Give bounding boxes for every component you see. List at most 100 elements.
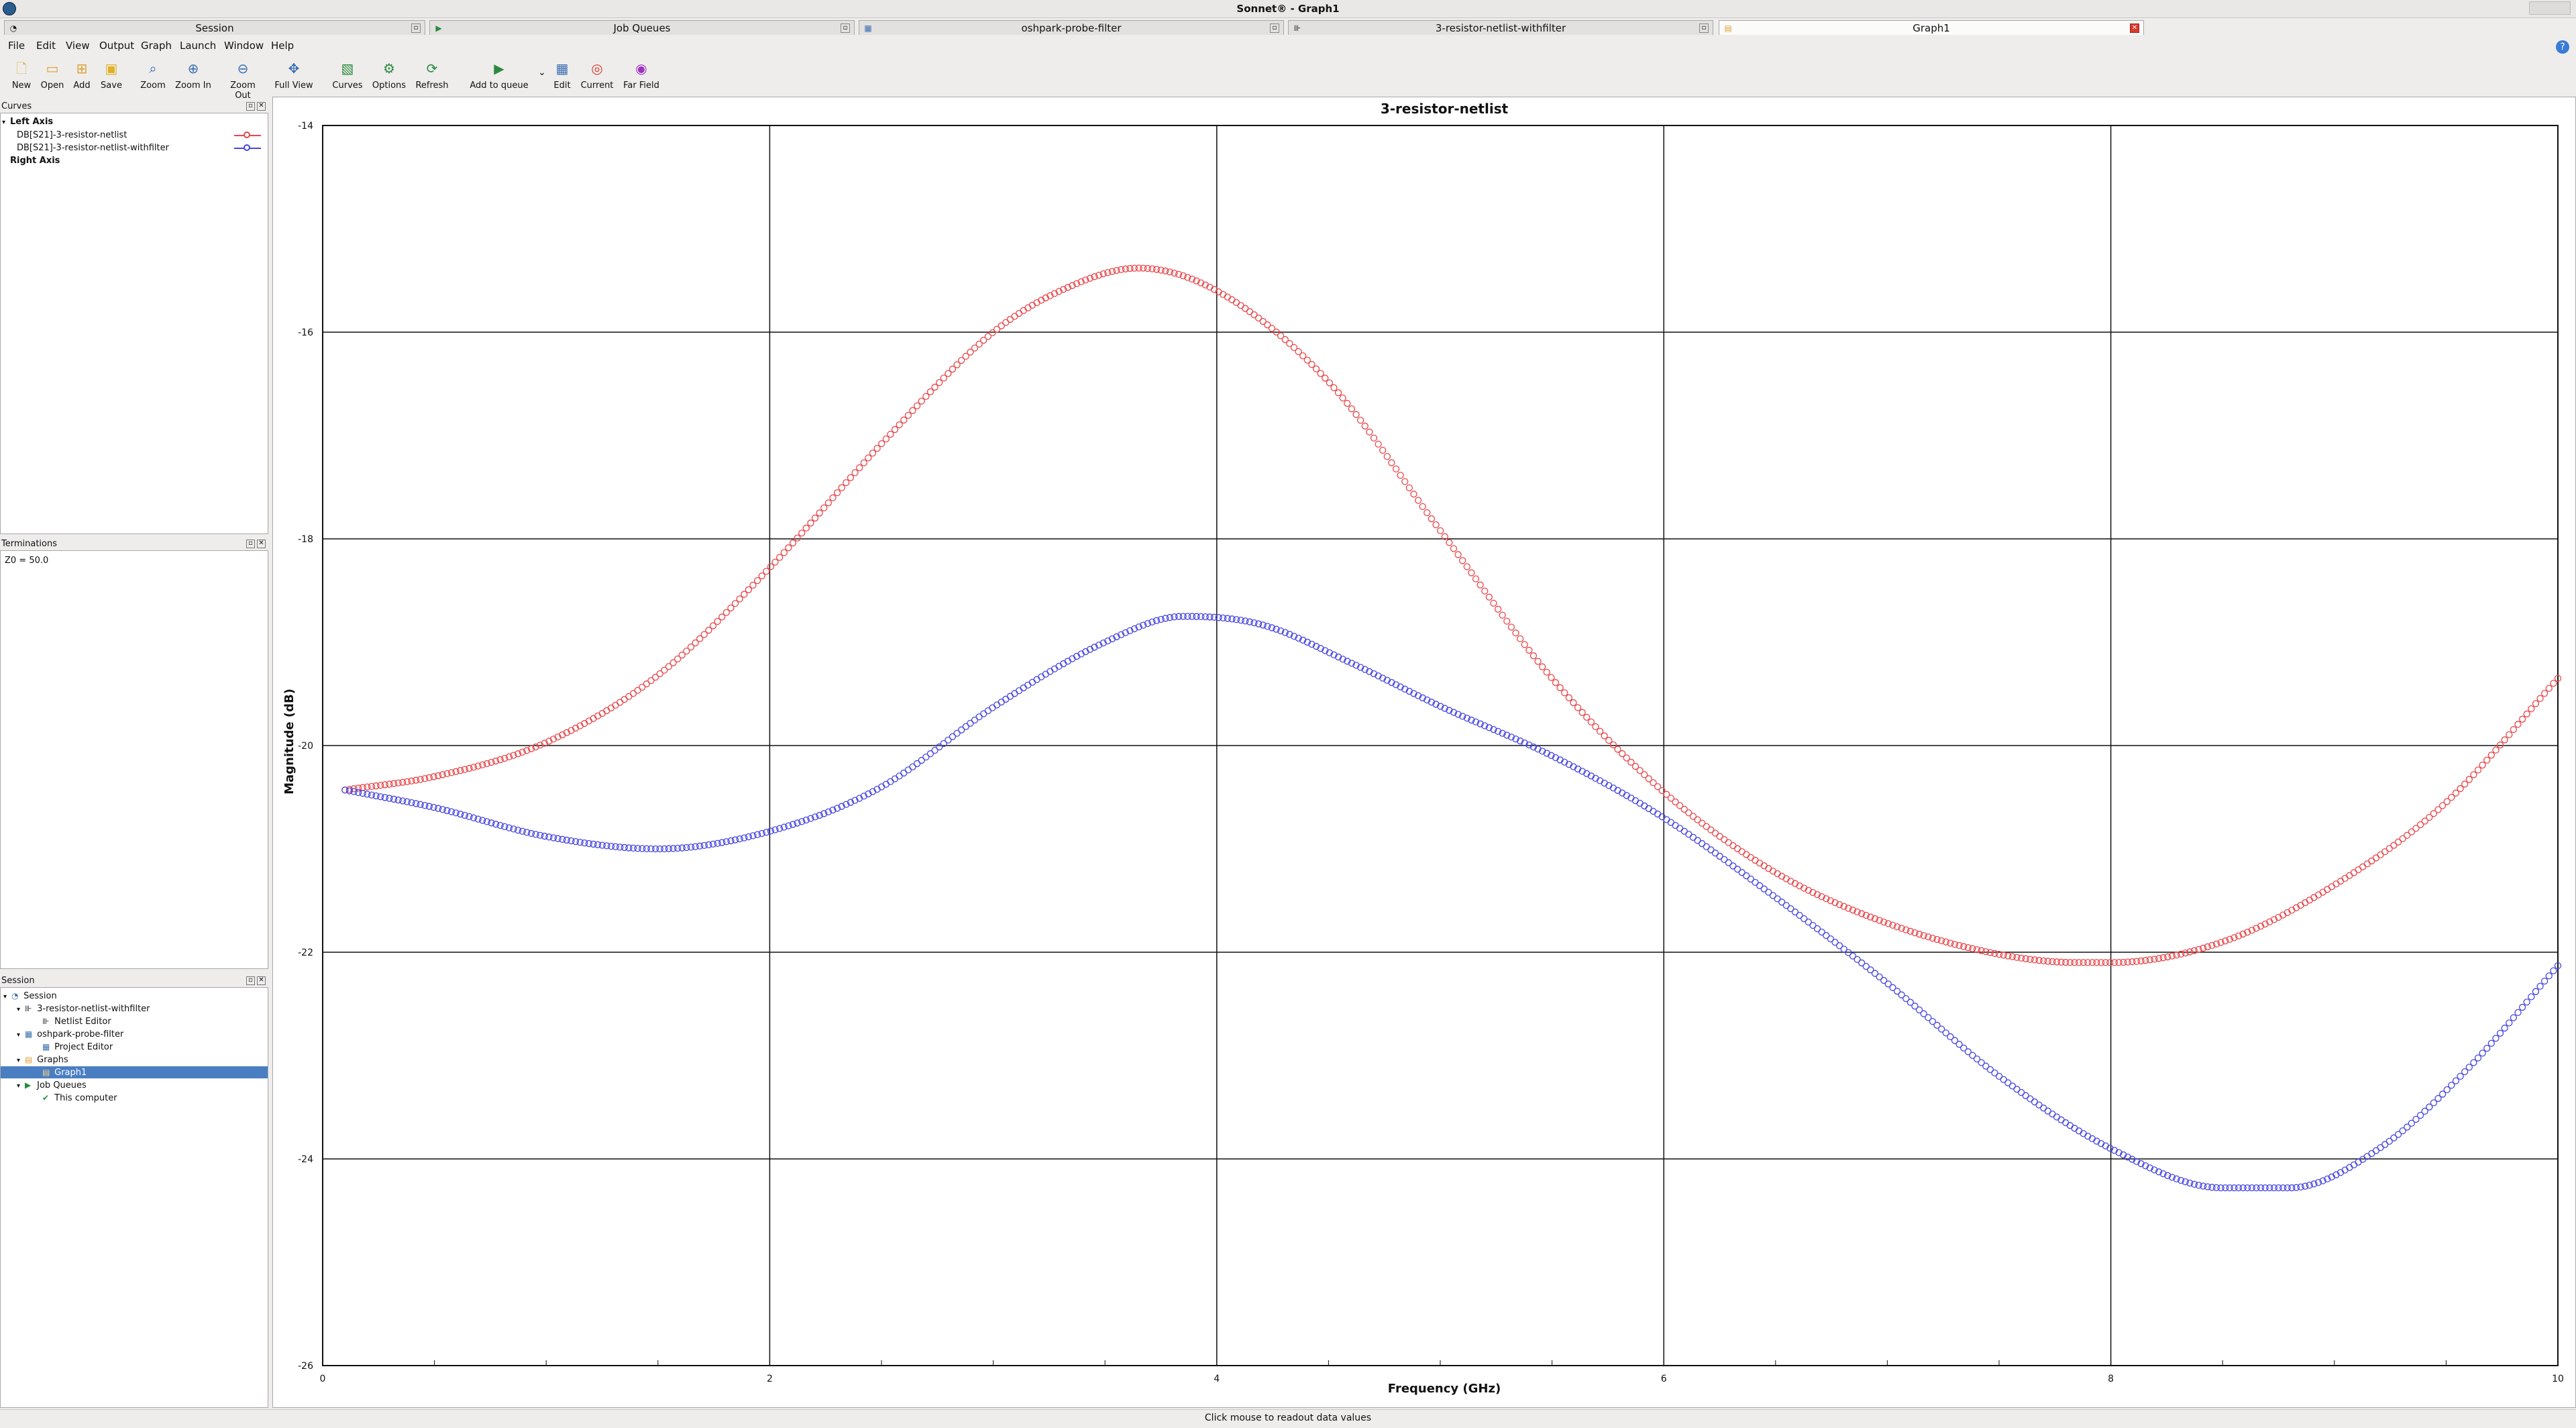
tree-node-graphs[interactable]: ▾ ▤ Graphs [17, 1054, 68, 1066]
save-button[interactable]: ▣ Save [91, 60, 131, 91]
data-point [2479, 1050, 2486, 1057]
tab-label: Job Queues [613, 22, 671, 34]
menu-launch[interactable]: Launch [180, 40, 216, 52]
tree-node-netlist-editor[interactable]: ⊪ Netlist Editor [42, 1015, 111, 1027]
add-to-queue-button[interactable]: ▶ Add to queue [466, 60, 533, 91]
menu-window[interactable]: Window [224, 40, 264, 52]
close-icon[interactable]: ✕ [257, 976, 266, 985]
data-point [993, 701, 1001, 709]
data-point [1699, 839, 1706, 848]
chevron-down-icon: ▾ [17, 1082, 21, 1090]
data-point [1587, 718, 1595, 726]
panel-buttons[interactable]: ▫ ✕ [244, 976, 266, 985]
data-point [918, 397, 925, 405]
zoom-out-button[interactable]: ⊖ Zoom Out [223, 60, 263, 101]
refresh-button[interactable]: ⟳ Refresh [412, 60, 452, 91]
data-point [2487, 1039, 2495, 1047]
y-axis-label: Magnitude (dB) [282, 688, 297, 795]
data-point [1033, 676, 1040, 683]
curve-label: DB[S21]-3-resistor-netlist [17, 130, 127, 140]
curve-item[interactable]: DB[S21]-3-resistor-netlist-withfilter [17, 142, 265, 154]
zoom-in-button[interactable]: ⊕ Zoom In [173, 60, 213, 91]
close-icon[interactable]: ▫ [841, 23, 850, 33]
data-point [1388, 459, 1395, 466]
tab-3-resistor-netlist-withfilter[interactable]: ⊪ 3-resistor-netlist-withfilter ▫ [1288, 20, 1713, 35]
button-label: Curves [332, 81, 363, 91]
tree-node-job-queues[interactable]: ▾ ▶ Job Queues [17, 1079, 87, 1091]
data-point [2501, 1024, 2508, 1032]
left-axis-node[interactable]: ▾ Left Axis [2, 116, 53, 128]
tab-label: 3-resistor-netlist-withfilter [1435, 22, 1566, 34]
data-point [1565, 694, 1572, 701]
data-point [900, 416, 908, 424]
curve-item[interactable]: DB[S21]-3-resistor-netlist [17, 130, 265, 142]
tree-node-graph1[interactable]: ▤ Graph1 [1, 1066, 268, 1078]
data-point [2346, 872, 2353, 879]
graph-icon: ▤ [42, 1068, 50, 1077]
tab-job-queues[interactable]: ▶ Job Queues ▫ [429, 20, 855, 35]
panel-buttons[interactable]: ▫ ✕ [244, 540, 266, 548]
close-icon[interactable]: ✕ [2130, 23, 2139, 33]
tree-node-this-computer[interactable]: ✔ This computer [42, 1092, 117, 1104]
right-axis-label: Right Axis [10, 156, 60, 166]
options-button[interactable]: ⚙ Options [369, 60, 409, 91]
float-icon[interactable]: ▫ [246, 976, 255, 985]
curves-button[interactable]: ▧ Curves [327, 60, 368, 91]
edit-button[interactable]: ▦ Edit [542, 60, 582, 91]
zoom-button[interactable]: ⌕ Zoom [133, 60, 173, 91]
menu-output[interactable]: Output [99, 40, 134, 52]
tree-node-project-editor[interactable]: ▦ Project Editor [42, 1041, 113, 1053]
close-icon[interactable]: ▫ [411, 23, 421, 33]
panel-buttons[interactable]: ▫ ✕ [244, 102, 266, 111]
right-axis-node[interactable]: Right Axis [10, 155, 60, 167]
data-point [1011, 313, 1018, 320]
s21-magnitude-chart[interactable]: 3-resistor-netlist Frequency (GHz) Magni… [273, 97, 2575, 1407]
data-point [1654, 810, 1662, 818]
close-icon[interactable]: ▫ [1270, 23, 1279, 33]
help-icon[interactable]: ? [2556, 40, 2569, 54]
float-icon[interactable]: ▫ [246, 540, 255, 548]
document-tabs: ◔ Session ▫ ▶ Job Queues ▫ ▦ oshpark-pro… [0, 19, 2576, 36]
data-point [2518, 1003, 2526, 1011]
close-icon[interactable]: ▫ [1699, 23, 1709, 33]
data-point [2501, 736, 2508, 744]
tab-session[interactable]: ◔ Session ▫ [4, 20, 425, 35]
data-point [625, 693, 633, 701]
tree-node-session[interactable]: ▾ ◔ Session [3, 990, 57, 1002]
tab-graph1[interactable]: ▤ Graph1 ✕ [1719, 20, 2144, 35]
data-point [1383, 453, 1391, 460]
close-icon[interactable]: ✕ [257, 540, 266, 548]
data-point [1344, 399, 1351, 407]
menu-edit[interactable]: Edit [36, 40, 56, 52]
float-icon[interactable]: ▫ [246, 102, 255, 111]
data-point [2496, 1029, 2504, 1037]
data-point [1641, 802, 1648, 810]
data-point [1760, 862, 1768, 870]
menu-view[interactable]: View [66, 40, 90, 52]
full-view-button[interactable]: ✥ Full View [274, 60, 314, 91]
new-file-icon: 🗋 [15, 60, 28, 76]
data-point [2470, 771, 2477, 778]
data-point [1499, 611, 1506, 619]
data-point [1503, 617, 1511, 625]
data-point [749, 832, 757, 839]
close-icon[interactable]: ✕ [257, 102, 266, 111]
data-point [2314, 891, 2322, 899]
data-point [2510, 1014, 2518, 1021]
menu-help[interactable]: Help [271, 40, 294, 52]
far-field-button[interactable]: ◉ Far Field [621, 60, 661, 91]
tab-oshpark-probe-filter[interactable]: ▦ oshpark-probe-filter ▫ [859, 20, 1284, 35]
graph-area[interactable]: 3-resistor-netlist Frequency (GHz) Magni… [272, 97, 2576, 1408]
data-point [1729, 842, 1737, 850]
window-controls[interactable] [2529, 1, 2571, 15]
data-point [2532, 988, 2540, 995]
data-point [1246, 308, 1254, 315]
tree-node-project[interactable]: ▾ ▦ oshpark-probe-filter [17, 1028, 123, 1040]
left-axis-label: Left Axis [10, 117, 54, 127]
tree-node-netlist[interactable]: ▾ ⊪ 3-resistor-netlist-withfilter [17, 1003, 150, 1015]
menu-file[interactable]: File [8, 40, 25, 52]
data-point [1334, 389, 1342, 397]
current-button[interactable]: ◎ Current [577, 60, 617, 91]
data-point [1472, 575, 1480, 582]
menu-graph[interactable]: Graph [141, 40, 172, 52]
